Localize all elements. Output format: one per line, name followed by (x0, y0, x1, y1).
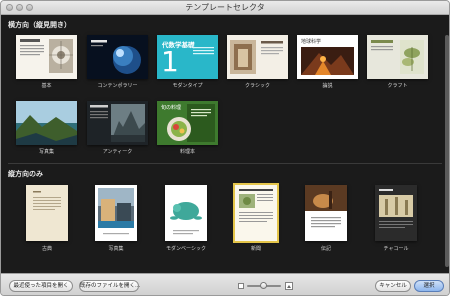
section-title-landscape: 横方向（縦見開き） (8, 21, 71, 29)
template-chooser-window: テンプレートセレクタ 横方向（縦見開き） 基本 コンテンポラリー 代数学基礎 1… (0, 0, 450, 296)
template-thumbnail (233, 183, 279, 243)
vertical-scrollbar[interactable] (445, 35, 449, 267)
template-thumbnail (227, 35, 288, 79)
window-title: テンプレートセレクタ (185, 3, 265, 12)
template-label: チャコール (383, 246, 409, 252)
template-thumbnail (375, 185, 417, 241)
template-gallery: 横方向（縦見開き） 基本 コンテンポラリー 代数学基礎 1 モダンタイプ クラシ… (1, 15, 449, 273)
small-thumbnail-icon (238, 283, 244, 289)
open-recent-button[interactable]: 最近使った項目を開く (9, 280, 73, 292)
title-bar: テンプレートセレクタ (1, 1, 449, 15)
template-label: 古典 (41, 246, 52, 252)
template-label: コンテンポラリー (97, 83, 138, 89)
template-label: クラシック (245, 83, 270, 89)
template-label: 論説 (322, 83, 333, 89)
section-divider (8, 163, 442, 164)
template-label: 写真集 (108, 246, 124, 252)
bottom-toolbar: 最近使った項目を開く 既存のファイルを開く... キャンセル 選択 (1, 273, 449, 295)
template-thumbnail (165, 185, 207, 241)
template-label: モダンタイプ (172, 83, 203, 89)
template-thumbnail (16, 35, 77, 79)
slider-knob[interactable] (260, 282, 267, 289)
template-label: 写真集 (38, 149, 54, 155)
template-thumbnail: 地球科学 (297, 35, 358, 79)
open-existing-file-button[interactable]: 既存のファイルを開く... (79, 280, 140, 292)
template-thumbnail: 代数学基礎 1 (157, 35, 218, 79)
template-thumbnail (95, 185, 137, 241)
template-label: 基本 (41, 83, 52, 89)
template-thumbnail (367, 35, 428, 79)
choose-button[interactable]: 選択 (414, 280, 444, 292)
template-thumbnail (16, 101, 77, 145)
large-thumbnail-icon (285, 282, 293, 290)
template-label: クラフト (387, 83, 408, 89)
section-title-portrait: 縦方向のみ (8, 170, 43, 178)
template-thumbnail (26, 185, 68, 241)
template-label: 新聞 (250, 246, 261, 252)
template-thumbnail (87, 101, 148, 145)
template-label: モダンベーシック (166, 246, 206, 252)
template-label: アンティーク (102, 149, 133, 155)
template-thumbnail: 旬の料理 (157, 101, 218, 145)
template-thumbnail (305, 185, 347, 241)
cancel-button[interactable]: キャンセル (375, 280, 411, 292)
template-thumbnail (87, 35, 148, 79)
template-label: 伝記 (320, 246, 331, 252)
template-label: 料理本 (179, 149, 195, 155)
